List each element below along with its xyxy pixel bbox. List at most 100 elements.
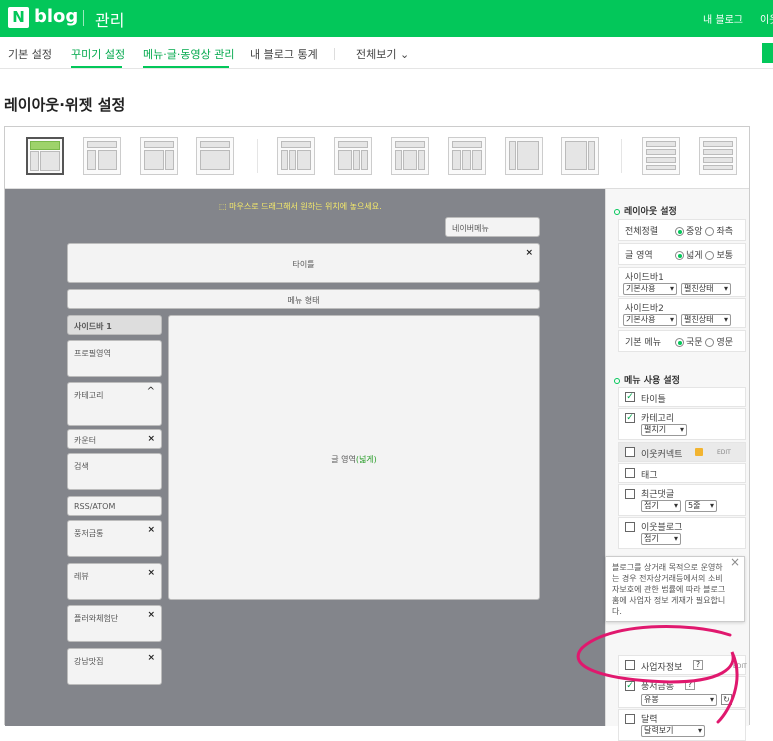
neighbor-link[interactable]: 이웃	[760, 11, 773, 26]
checkbox-checked[interactable]: ✓	[625, 392, 635, 402]
menu-item-label: 최근댓글	[641, 490, 675, 500]
collapse-icon[interactable]: ^	[147, 386, 155, 397]
widget-label: RSS/ATOM	[74, 502, 116, 511]
blog-logo[interactable]: blog	[34, 6, 78, 27]
radio-korean[interactable]	[675, 338, 684, 347]
sidebar1-use-select[interactable]: 기본사용	[623, 283, 677, 295]
view-all-label: 전체보기	[356, 48, 397, 61]
title-widget[interactable]: 타이틀 ×	[67, 243, 540, 283]
radio-english[interactable]	[705, 338, 715, 347]
tooltip-text: 블로그를 상거래 목적으로 운영하는 경우 전자상거래등에서의 소비자보호에 관…	[612, 563, 726, 616]
edit-link[interactable]: EDIT	[717, 449, 731, 456]
layout-option-8[interactable]	[448, 137, 486, 175]
close-icon[interactable]: ×	[147, 434, 155, 444]
neighbor-fold-select[interactable]: 접기	[641, 533, 681, 545]
my-blog-link[interactable]: 내 블로그	[703, 11, 743, 26]
menu-item-neighbor-connect: 이웃커넥트 EDIT	[618, 442, 746, 462]
menu-item-neighbor-blog: 이웃블로그 접기	[618, 517, 746, 549]
apply-button-edge[interactable]	[762, 43, 773, 63]
close-icon[interactable]: ×	[147, 653, 155, 663]
calendar-select[interactable]: 달력보기	[641, 725, 705, 737]
close-icon[interactable]: ×	[147, 525, 155, 535]
menu-settings-title: 메뉴 사용 설정	[614, 373, 680, 386]
checkbox[interactable]	[625, 447, 635, 457]
layout-option-3[interactable]	[140, 137, 178, 175]
layout-option-9[interactable]	[505, 137, 543, 175]
align-row: 전체정렬 중앙 좌측	[618, 219, 746, 241]
post-area-text: 글 영역	[331, 455, 356, 464]
checkbox[interactable]	[625, 489, 635, 499]
close-icon[interactable]: ×	[525, 248, 533, 258]
sidebar2-label: 사이드바2	[625, 304, 664, 314]
widget-rss[interactable]: RSS/ATOM	[67, 496, 162, 516]
new-badge-icon	[695, 448, 703, 456]
widget-counter[interactable]: 카운터 ×	[67, 429, 162, 449]
layout-option-1[interactable]	[26, 137, 64, 175]
category-mode-select[interactable]: 펼치기	[641, 424, 687, 436]
layout-option-5[interactable]	[277, 137, 315, 175]
post-width-options: 넓게 보통	[675, 248, 733, 261]
post-area-widget[interactable]: 글 영역(넓게)	[168, 315, 540, 600]
checkbox[interactable]	[625, 468, 635, 478]
menu-item-label: 이웃블로그	[641, 523, 683, 533]
layout-option-7[interactable]	[391, 137, 429, 175]
recent-lines-select[interactable]: 5줄	[685, 500, 717, 512]
widget-category[interactable]: 카테고리 ^	[67, 382, 162, 426]
layout-option-11[interactable]	[642, 137, 680, 175]
close-icon[interactable]: ×	[147, 610, 155, 620]
radio-label: 국문	[686, 338, 703, 348]
widget-label: 플러와체험단	[74, 614, 119, 623]
manage-title[interactable]: 관리	[95, 7, 124, 31]
align-options: 중앙 좌측	[675, 224, 733, 237]
widget-profile[interactable]: 프로필영역	[67, 340, 162, 377]
layout-option-10[interactable]	[561, 137, 599, 175]
naver-logo-icon[interactable]: N	[8, 7, 29, 28]
sidebar2-state-select[interactable]: 펼친상태	[681, 314, 731, 326]
widget-gangnam[interactable]: 강남맛집 ×	[67, 648, 162, 685]
layout-option-6[interactable]	[334, 137, 372, 175]
tab-blog-stats[interactable]: 내 블로그 통계	[250, 46, 318, 62]
checkbox[interactable]	[625, 522, 635, 532]
close-icon[interactable]: ×	[147, 568, 155, 578]
widget-piggy-bank[interactable]: 풍저금통 ×	[67, 520, 162, 557]
section-label: 메뉴 사용 설정	[624, 376, 680, 386]
tab-decorate-settings[interactable]: 꾸미기 설정	[71, 46, 125, 62]
menu-item-recent-comments: 최근댓글접기 5줄	[618, 484, 746, 516]
radio-normal[interactable]	[705, 251, 715, 260]
tab-menu-management[interactable]: 메뉴·글·동영상 관리	[143, 46, 234, 62]
active-underline	[71, 66, 122, 68]
chevron-down-icon: ⌄	[399, 48, 410, 61]
layout-option-2[interactable]	[83, 137, 121, 175]
widget-label: 검색	[74, 462, 89, 471]
sidebar2-use-select[interactable]: 기본사용	[623, 314, 677, 326]
tab-view-all[interactable]: 전체보기 ⌄	[356, 46, 409, 62]
neighbor-menu-widget[interactable]: 네이버메뉴	[445, 217, 540, 237]
radio-center[interactable]	[675, 227, 684, 236]
menu-lang-options: 국문 영문	[675, 335, 733, 348]
widget-experience[interactable]: 플러와체험단 ×	[67, 605, 162, 642]
widget-label: 강남맛집	[74, 657, 104, 666]
close-icon[interactable]: ×	[730, 556, 740, 568]
checkbox-checked[interactable]: ✓	[625, 413, 635, 423]
recent-fold-select[interactable]: 접기	[641, 500, 681, 512]
sidebar1-state-select[interactable]: 펼친상태	[681, 283, 731, 295]
menu-type-widget[interactable]: 메뉴 형태	[67, 289, 540, 309]
sidebar1-row: 사이드바1 기본사용 펼친상태	[618, 267, 746, 297]
widget-label: 카테고리	[74, 391, 104, 400]
widget-review[interactable]: 레뷰 ×	[67, 563, 162, 600]
layout-settings-title: 레이아웃 설정	[614, 204, 677, 217]
radio-wide[interactable]	[675, 251, 684, 260]
menu-item-title: ✓ 타이틀	[618, 387, 746, 407]
tab-basic-settings[interactable]: 기본 설정	[8, 46, 52, 62]
align-label: 전체정렬	[625, 227, 659, 237]
widget-search[interactable]: 검색	[67, 453, 162, 490]
page-title: 레이아웃·위젯 설정	[4, 96, 126, 114]
radio-label: 넓게	[686, 251, 703, 261]
radio-label: 좌측	[716, 227, 733, 237]
radio-left[interactable]	[705, 227, 715, 236]
post-area-width: (넓게)	[355, 455, 377, 464]
widget-label: 네이버메뉴	[452, 224, 489, 233]
layout-option-4[interactable]	[196, 137, 234, 175]
layout-options	[5, 127, 749, 189]
layout-option-12[interactable]	[699, 137, 737, 175]
